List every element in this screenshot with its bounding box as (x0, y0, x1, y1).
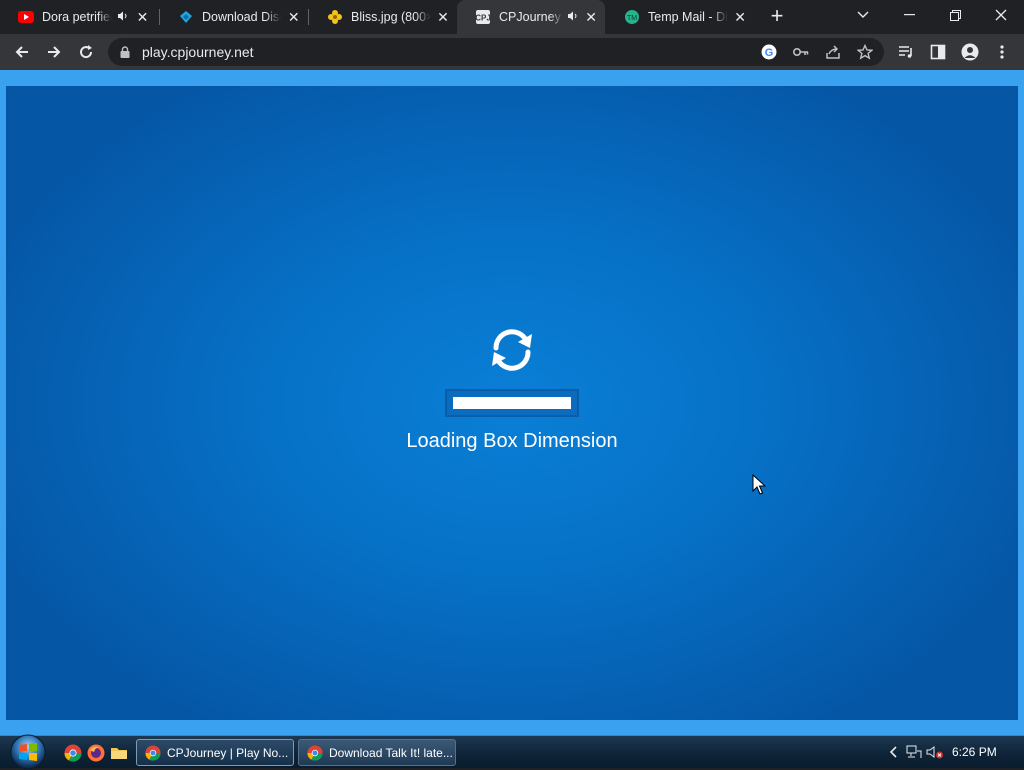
share-icon[interactable] (824, 44, 842, 60)
close-icon[interactable]: ✕ (287, 9, 300, 25)
restore-button[interactable] (932, 0, 978, 30)
loading-progress-bar (445, 389, 579, 417)
bookmark-star-icon[interactable] (856, 44, 874, 60)
back-arrow-icon (15, 46, 28, 58)
taskbar-item-1[interactable]: Download Talk It! late... (298, 739, 456, 766)
audio-playing-icon[interactable] (567, 11, 579, 24)
tab-4[interactable]: TM Temp Mail - Disposable ✕ (606, 0, 754, 34)
close-icon[interactable]: ✕ (585, 9, 597, 25)
lock-icon[interactable] (120, 46, 130, 58)
tab-search-button[interactable] (840, 0, 886, 30)
close-icon (995, 9, 1007, 21)
folder-icon[interactable] (110, 744, 128, 762)
show-hidden-icons-chevron-icon[interactable] (888, 745, 898, 759)
restore-icon (949, 9, 961, 21)
google-translate-icon[interactable]: G (760, 44, 778, 60)
forward-button[interactable] (40, 38, 68, 66)
side-panel-button[interactable] (924, 38, 952, 66)
close-window-button[interactable] (978, 0, 1024, 30)
minimize-icon (903, 14, 915, 16)
kebab-menu-icon (1000, 45, 1004, 59)
chrome-icon[interactable] (64, 744, 82, 762)
profile-button[interactable] (956, 38, 984, 66)
new-tab-button[interactable]: + (765, 5, 789, 29)
tab-3-active[interactable]: CPJ CPJourney | Play ✕ (457, 0, 605, 34)
mouse-cursor-icon (752, 474, 766, 495)
loading-status-text: Loading Box Dimension (406, 430, 618, 452)
download-site-icon (178, 9, 194, 25)
key-icon[interactable] (792, 44, 810, 60)
svg-text:G: G (765, 47, 774, 59)
tab-title: Download Discord (202, 10, 281, 24)
person-icon (961, 43, 979, 61)
start-button[interactable] (8, 734, 48, 770)
tab-2[interactable]: Bliss.jpg (800×600) ✕ (309, 0, 457, 34)
menu-button[interactable] (988, 38, 1016, 66)
tab-title: Temp Mail - Disposable (648, 10, 728, 24)
forward-arrow-icon (48, 46, 61, 58)
back-button[interactable] (8, 38, 36, 66)
taskbar-item-label: CPJourney | Play No... (167, 745, 289, 760)
tempmail-icon: TM (624, 9, 640, 25)
tab-1[interactable]: Download Discord ✕ (160, 0, 308, 34)
address-bar[interactable]: play.cpjourney.net G (108, 38, 884, 66)
reload-icon (80, 45, 93, 59)
cpj-icon: CPJ (475, 9, 491, 25)
image-flower-icon (327, 9, 343, 25)
loading-progress-fill (453, 397, 571, 409)
svg-text:TM: TM (627, 15, 637, 22)
minimize-button[interactable] (886, 0, 932, 30)
refresh-spinner-icon (492, 329, 532, 371)
firefox-icon[interactable] (87, 744, 105, 762)
network-icon[interactable] (906, 745, 922, 759)
game-stage[interactable]: Loading Box Dimension (6, 86, 1018, 720)
audio-playing-icon[interactable] (116, 11, 129, 24)
media-control-button[interactable] (892, 38, 920, 66)
chevron-down-icon (857, 11, 869, 18)
reload-button[interactable] (72, 38, 100, 66)
side-panel-icon (930, 44, 946, 60)
windows-taskbar: CPJourney | Play No... Download Talk It!… (0, 734, 1024, 770)
tab-title: Dora petrified (42, 10, 113, 24)
chrome-icon (307, 744, 323, 761)
page-viewport: Loading Box Dimension (0, 70, 1024, 735)
tab-title: CPJourney | Play (499, 10, 563, 24)
close-icon[interactable]: ✕ (734, 9, 746, 25)
tab-strip: Dora petrified ✕ Download Discord ✕ Blis… (0, 0, 1024, 34)
volume-muted-icon[interactable] (926, 745, 944, 759)
taskbar-item-label: Download Talk It! late... (329, 745, 453, 760)
taskbar-item-0[interactable]: CPJourney | Play No... (136, 739, 294, 766)
media-queue-icon (899, 46, 912, 58)
youtube-icon (18, 9, 34, 25)
svg-text:CPJ: CPJ (475, 14, 491, 23)
tab-0[interactable]: Dora petrified ✕ (0, 0, 158, 34)
close-icon[interactable]: ✕ (437, 9, 449, 25)
system-clock[interactable]: 6:26 PM (952, 745, 997, 759)
close-icon[interactable]: ✕ (135, 9, 150, 25)
browser-toolbar: play.cpjourney.net G (0, 34, 1024, 70)
tab-title: Bliss.jpg (800×600) (351, 10, 432, 24)
url-text[interactable]: play.cpjourney.net (142, 44, 254, 60)
chrome-icon (145, 744, 161, 761)
